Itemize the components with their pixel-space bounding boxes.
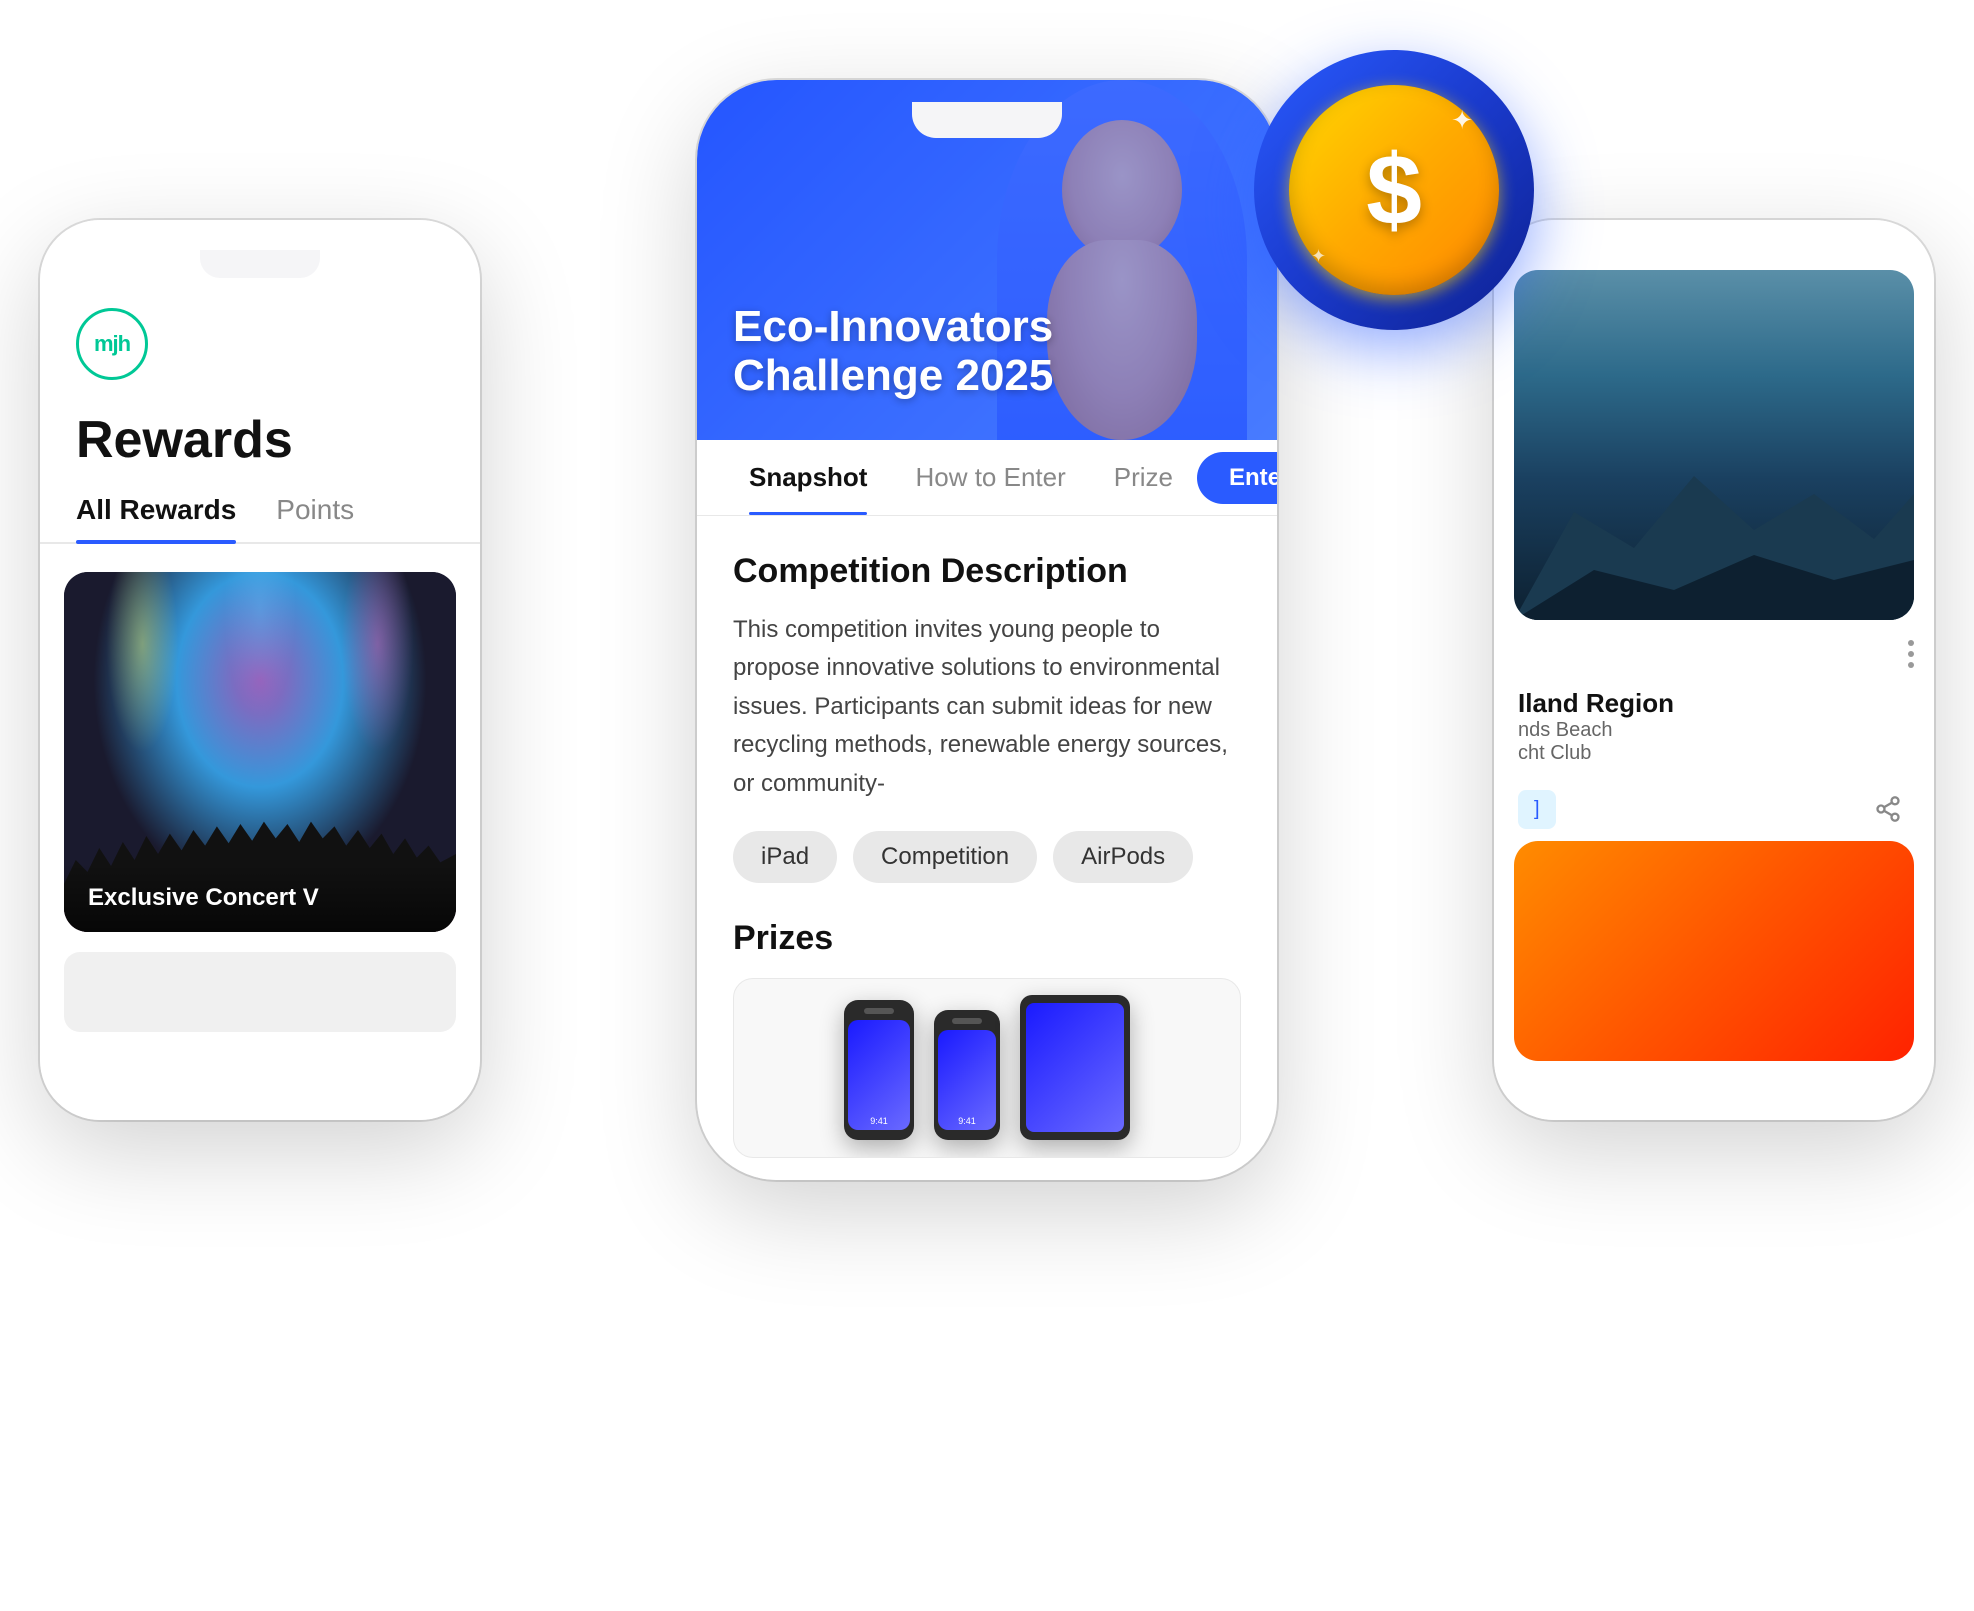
card-info: Iland Region nds Beach cht Club (1494, 676, 1934, 777)
hero-banner: Eco-Innovators Challenge 2025 (697, 80, 1277, 440)
tags-row: iPad Competition AirPods (733, 831, 1241, 883)
logo-icon: mjh (76, 308, 148, 380)
card-label: Exclusive Concert V (88, 884, 432, 912)
share-icon[interactable] (1866, 787, 1910, 831)
tag-competition[interactable]: Competition (853, 831, 1037, 883)
content-area: Competition Description This competition… (697, 516, 1277, 1158)
device-ipad (1020, 995, 1130, 1140)
coin-symbol: $ (1366, 140, 1422, 240)
center-phone: Eco-Innovators Challenge 2025 Snapshot H… (697, 80, 1277, 1180)
right-phone: Iland Region nds Beach cht Club ] (1494, 220, 1934, 1120)
hero-text: Eco-Innovators Challenge 2025 (733, 303, 1053, 400)
concert-card[interactable]: Exclusive Concert V (64, 572, 456, 932)
prizes-title: Prizes (733, 919, 1241, 958)
tab-points[interactable]: Points (276, 494, 354, 542)
action-tag[interactable]: ] (1518, 790, 1556, 829)
sunset-card[interactable] (1514, 841, 1914, 1061)
competition-body: This competition invites young people to… (733, 611, 1241, 803)
rewards-title: Rewards (40, 400, 480, 470)
rewards-tabs: All Rewards Points (40, 470, 480, 544)
coin-badge: $ (1254, 50, 1534, 330)
main-scene: mjh Rewards All Rewards Points Exclusive… (0, 0, 1974, 1611)
tab-snapshot[interactable]: Snapshot (725, 440, 891, 515)
tab-all-rewards[interactable]: All Rewards (76, 494, 236, 542)
second-card (64, 952, 456, 1032)
left-phone: mjh Rewards All Rewards Points Exclusive… (40, 220, 480, 1120)
card-sub1: nds Beach (1518, 719, 1910, 742)
center-nav-tabs: Snapshot How to Enter Prize Enter Now (697, 440, 1277, 516)
logo-area: mjh (40, 298, 480, 400)
coin-inner: $ (1289, 85, 1499, 295)
more-options-icon[interactable] (1908, 640, 1914, 668)
tag-airpods[interactable]: AirPods (1053, 831, 1193, 883)
tag-ipad[interactable]: iPad (733, 831, 837, 883)
landscape-card[interactable] (1514, 270, 1914, 620)
prize-devices: 9:41 9:41 (824, 978, 1150, 1158)
tab-how-to-enter[interactable]: How to Enter (891, 440, 1089, 515)
center-phone-notch (912, 102, 1062, 138)
prize-card: 9:41 9:41 (733, 978, 1241, 1158)
device-iphone-2: 9:41 (934, 1010, 1000, 1140)
mountain-silhouette (1514, 420, 1914, 620)
tab-prize[interactable]: Prize (1090, 440, 1197, 515)
competition-title: Competition Description (733, 552, 1241, 591)
card-actions: ] (1494, 777, 1934, 841)
landscape-image (1514, 270, 1914, 620)
device-iphone-1: 9:41 (844, 1000, 914, 1140)
enter-now-button[interactable]: Enter Now (1197, 452, 1277, 504)
coin-outer-ring: $ (1254, 50, 1534, 330)
left-phone-notch (200, 250, 320, 278)
card-title: Iland Region (1518, 688, 1910, 719)
card-sub2: cht Club (1518, 742, 1910, 765)
